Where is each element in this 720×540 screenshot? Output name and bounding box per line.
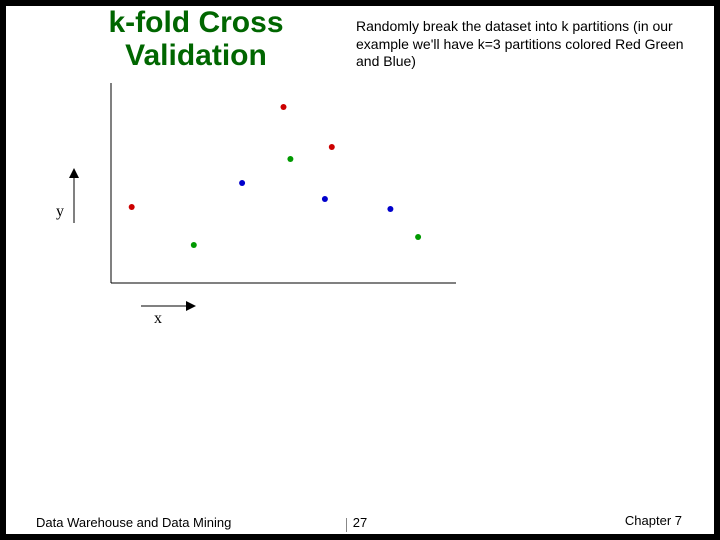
x-arrow-head (186, 301, 196, 311)
data-point (329, 144, 335, 150)
chart-svg (56, 78, 496, 328)
y-arrow-head (69, 168, 79, 178)
data-point (191, 242, 197, 248)
slide-description: Randomly break the dataset into k partit… (356, 18, 696, 71)
data-point (322, 196, 328, 202)
slide-footer: Data Warehouse and Data Mining 27 Chapte… (6, 510, 714, 532)
scatter-chart: y x (56, 78, 496, 328)
footer-page: 27 (6, 515, 714, 530)
data-point (287, 156, 293, 162)
slide-title: k-fold Cross Validation (66, 6, 326, 72)
footer-divider (346, 518, 347, 532)
data-point (239, 180, 245, 186)
data-point (415, 234, 421, 240)
data-points (129, 104, 421, 248)
data-point (129, 204, 135, 210)
title-line-2: Validation (125, 39, 267, 72)
x-axis-label: x (154, 310, 162, 328)
title-line-1: k-fold Cross (108, 6, 283, 39)
footer-right: Chapter 7 (625, 513, 682, 528)
y-axis-label: y (56, 203, 64, 221)
data-point (387, 206, 393, 212)
slide-body: k-fold Cross Validation Randomly break t… (6, 6, 714, 534)
data-point (281, 104, 287, 110)
